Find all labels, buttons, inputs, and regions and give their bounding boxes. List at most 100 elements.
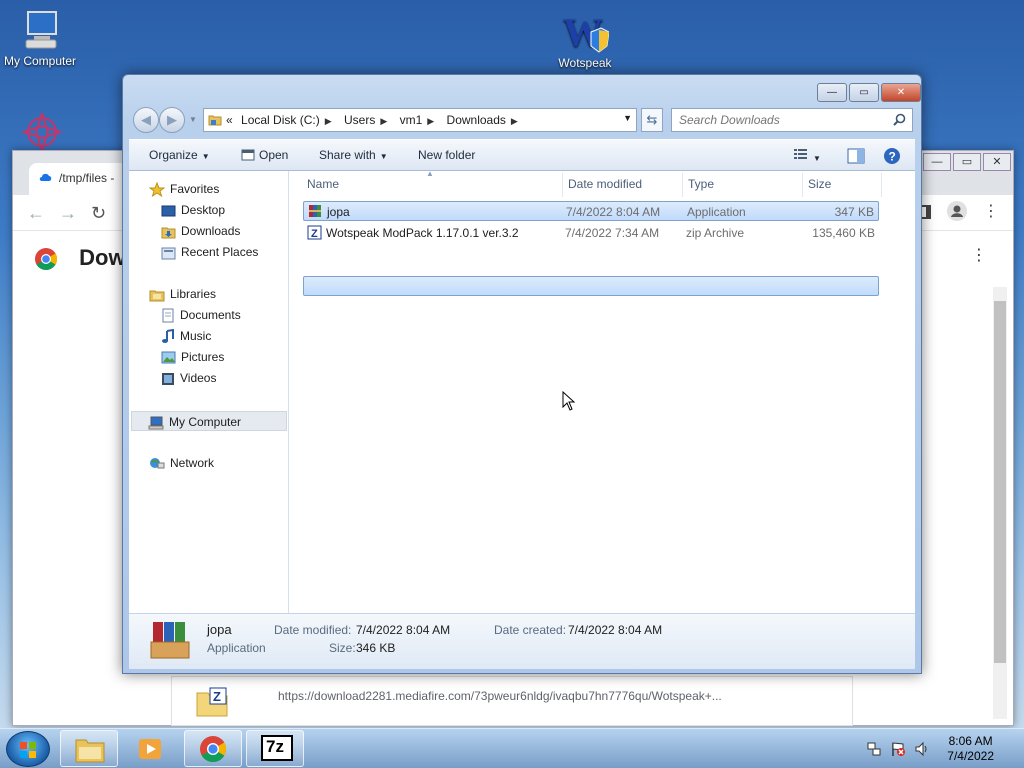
search-icon[interactable]: [893, 113, 906, 126]
profile-avatar-icon[interactable]: [947, 201, 967, 221]
nav-videos[interactable]: Videos: [161, 368, 216, 388]
nav-my-computer[interactable]: My Computer: [131, 411, 287, 431]
chrome-scrollbar[interactable]: [993, 287, 1007, 719]
refresh-button[interactable]: ⇆: [641, 108, 663, 132]
back-button[interactable]: ◀: [133, 107, 159, 133]
address-dropdown-icon[interactable]: ▼: [623, 113, 632, 123]
taskbar: 7z 8:06 AM 7/4/2022: [0, 728, 1024, 768]
maximize-button[interactable]: ▭: [849, 83, 879, 102]
action-center-flag-icon[interactable]: [890, 741, 906, 757]
page-heading: Dow: [79, 245, 126, 270]
breadcrumb-item-downloads[interactable]: Downloads: [447, 113, 506, 127]
file-row-jopa[interactable]: jopa 7/4/2022 8:04 AM Application 347 KB: [303, 201, 879, 221]
reload-icon[interactable]: ↻: [91, 203, 106, 224]
search-input[interactable]: [679, 109, 889, 131]
preview-pane-icon[interactable]: [847, 148, 865, 164]
download-card[interactable]: Z https://download2281.mediafire.com/73p…: [171, 676, 853, 726]
nav-label: Libraries: [170, 287, 217, 301]
new-folder-button[interactable]: New folder: [418, 148, 475, 162]
file-row-wotspeak-modpack[interactable]: Z Wotspeak ModPack 1.17.0.1 ver.3.2 7/4/…: [303, 223, 879, 243]
chevron-right-icon[interactable]: ▶: [325, 116, 332, 126]
forward-arrow-icon[interactable]: →: [59, 203, 77, 224]
nav-label: Music: [180, 329, 212, 343]
page-more-icon[interactable]: ⋮: [971, 245, 987, 265]
column-header-size[interactable]: Size: [808, 177, 831, 191]
chrome-maximize-button[interactable]: ▭: [953, 153, 981, 171]
details-file-name: jopa: [207, 622, 232, 637]
breadcrumb-item-users[interactable]: Users: [344, 113, 375, 127]
breadcrumb-item-vm1[interactable]: vm1: [400, 113, 423, 127]
nav-label: My Computer: [169, 415, 242, 429]
taskbar-media-player[interactable]: [122, 730, 180, 767]
file-size: 135,460 KB: [812, 226, 875, 240]
details-date-created-label: Date created:: [494, 623, 567, 637]
network-tray-icon[interactable]: [866, 741, 882, 757]
share-with-menu[interactable]: Share with ▼: [319, 148, 388, 162]
taskbar-chrome[interactable]: [184, 730, 242, 767]
chrome-logo-icon: [35, 248, 57, 271]
explorer-window[interactable]: — ▭ ✕ ◀ ▶ ▼ « Local Disk (C:) ▶ Users ▶ vm…: [122, 74, 922, 674]
column-divider[interactable]: [562, 173, 563, 197]
nav-label: Videos: [180, 371, 217, 385]
chrome-menu-icon[interactable]: ⋮: [983, 201, 999, 221]
column-header-date-modified[interactable]: Date modified: [568, 177, 642, 191]
navigation-pane: Favorites Desktop Downloads Recent Place…: [129, 171, 289, 613]
taskbar-7zip[interactable]: 7z: [246, 730, 304, 767]
open-icon: [241, 149, 255, 161]
nav-recent-places[interactable]: Recent Places: [161, 242, 258, 262]
share-with-label: Share with: [319, 148, 376, 162]
system-clock[interactable]: 8:06 AM 7/4/2022: [947, 734, 994, 764]
organize-label: Organize: [149, 148, 198, 162]
nav-pictures[interactable]: Pictures: [161, 347, 224, 367]
zip-archive-icon: Z: [307, 225, 322, 240]
nav-label: Network: [170, 456, 215, 470]
chrome-minimize-button[interactable]: —: [923, 153, 951, 171]
column-header-type[interactable]: Type: [688, 177, 714, 191]
forward-button[interactable]: ▶: [159, 107, 185, 133]
address-bar[interactable]: « Local Disk (C:) ▶ Users ▶ vm1 ▶ Downloads…: [203, 108, 637, 132]
column-divider[interactable]: [802, 173, 803, 197]
close-button[interactable]: ✕: [881, 83, 921, 102]
chevron-right-icon[interactable]: ▶: [427, 116, 434, 126]
wotspeak-icon: W: [563, 10, 609, 54]
nav-downloads[interactable]: Downloads: [161, 221, 240, 241]
chevron-right-icon[interactable]: ▶: [380, 116, 387, 126]
search-box[interactable]: [671, 108, 913, 132]
nav-desktop[interactable]: Desktop: [161, 200, 225, 220]
chrome-close-button[interactable]: ✕: [983, 153, 1011, 171]
file-rows: jopa 7/4/2022 8:04 AM Application 347 KB…: [303, 201, 879, 261]
taskbar-explorer[interactable]: [60, 730, 118, 767]
breadcrumb-item-local-disk[interactable]: Local Disk (C:): [241, 113, 320, 127]
nav-music[interactable]: Music: [161, 326, 211, 346]
computer-icon: [25, 11, 57, 49]
column-divider[interactable]: [881, 173, 882, 197]
column-divider[interactable]: [682, 173, 683, 197]
command-bar: Organize ▼ Open Share with ▼ New folder ▼ …: [129, 139, 915, 171]
breadcrumb-overflow[interactable]: «: [226, 113, 233, 127]
ornament-icon: [20, 110, 64, 154]
minimize-button[interactable]: —: [817, 83, 847, 102]
file-row[interactable]: [303, 276, 879, 296]
open-button[interactable]: Open: [241, 148, 288, 162]
recent-pages-chevron-icon[interactable]: ▼: [189, 115, 197, 124]
nav-favorites[interactable]: Favorites: [149, 179, 219, 199]
view-options-button[interactable]: ▼: [793, 147, 821, 164]
download-url[interactable]: https://download2281.mediafire.com/73pwe…: [278, 689, 722, 703]
desktop-icon-my-computer[interactable]: My Computer: [0, 8, 80, 68]
mouse-cursor-icon: [562, 391, 576, 411]
help-icon[interactable]: ?: [883, 147, 901, 165]
nav-network[interactable]: Network: [149, 453, 214, 473]
column-header-name[interactable]: Name: [307, 177, 339, 191]
file-size: 347 KB: [834, 205, 874, 219]
nav-libraries[interactable]: Libraries: [149, 284, 216, 304]
desktop-icon-wotspeak[interactable]: W Wotspeak: [545, 8, 625, 70]
scrollbar-thumb[interactable]: [994, 301, 1006, 663]
details-size-label: Size:: [329, 641, 356, 655]
start-button[interactable]: [6, 731, 50, 767]
organize-menu[interactable]: Organize ▼: [149, 148, 210, 162]
media-player-icon: [139, 739, 161, 759]
volume-icon[interactable]: [914, 741, 930, 757]
back-arrow-icon[interactable]: ←: [27, 203, 45, 224]
chevron-right-icon[interactable]: ▶: [511, 116, 518, 126]
nav-documents[interactable]: Documents: [161, 305, 241, 325]
